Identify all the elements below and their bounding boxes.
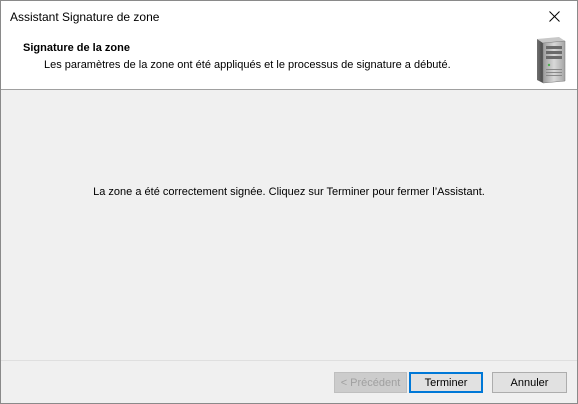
- wizard-window: Assistant Signature de zone Signature de…: [0, 0, 578, 404]
- previous-button[interactable]: < Précédent: [334, 372, 407, 393]
- close-button[interactable]: [531, 1, 577, 31]
- page-title: Signature de la zone: [23, 42, 130, 54]
- page-description: Les paramètres de la zone ont été appliq…: [44, 59, 451, 71]
- server-icon: [537, 37, 566, 84]
- footer-divider: [1, 360, 577, 361]
- close-icon: [548, 10, 560, 22]
- completion-message: La zone a été correctement signée. Cliqu…: [93, 186, 485, 198]
- cancel-button[interactable]: Annuler: [492, 372, 567, 393]
- window-title: Assistant Signature de zone: [10, 10, 160, 24]
- wizard-header: Signature de la zone Les paramètres de l…: [1, 31, 577, 90]
- finish-button[interactable]: Terminer: [409, 372, 483, 393]
- title-bar: Assistant Signature de zone: [1, 1, 577, 31]
